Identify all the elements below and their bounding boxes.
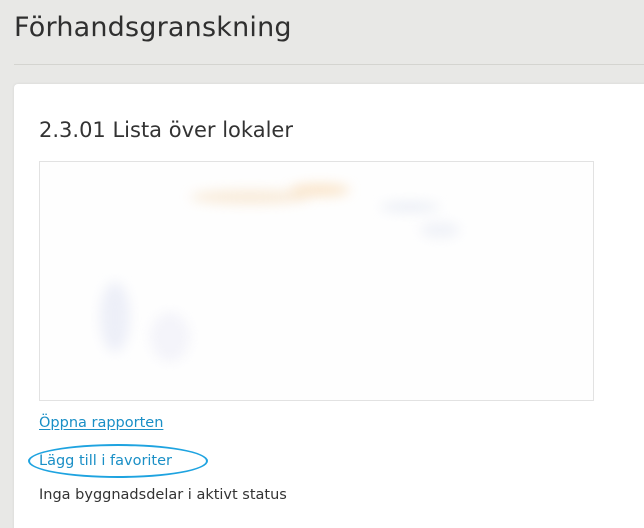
report-thumbnail[interactable]	[39, 161, 594, 401]
thumbnail-blur	[150, 312, 190, 362]
status-text: Inga byggnadsdelar i aktivt status	[39, 487, 287, 503]
preview-page: Förhandsgranskning 2.3.01 Lista över lok…	[0, 0, 644, 528]
open-report-link[interactable]: Öppna rapporten	[39, 415, 163, 431]
report-title: 2.3.01 Lista över lokaler	[39, 118, 293, 142]
report-card: 2.3.01 Lista över lokaler Öppna rapporte…	[14, 84, 644, 528]
add-to-favorites-link[interactable]: Lägg till i favoriter	[39, 453, 172, 469]
page-title: Förhandsgranskning	[14, 12, 292, 43]
thumbnail-blur	[100, 282, 130, 352]
thumbnail-blur	[420, 222, 460, 238]
thumbnail-blur	[380, 202, 440, 212]
page-header: Förhandsgranskning	[0, 0, 644, 66]
header-divider	[14, 64, 644, 65]
thumbnail-blur	[290, 184, 350, 196]
